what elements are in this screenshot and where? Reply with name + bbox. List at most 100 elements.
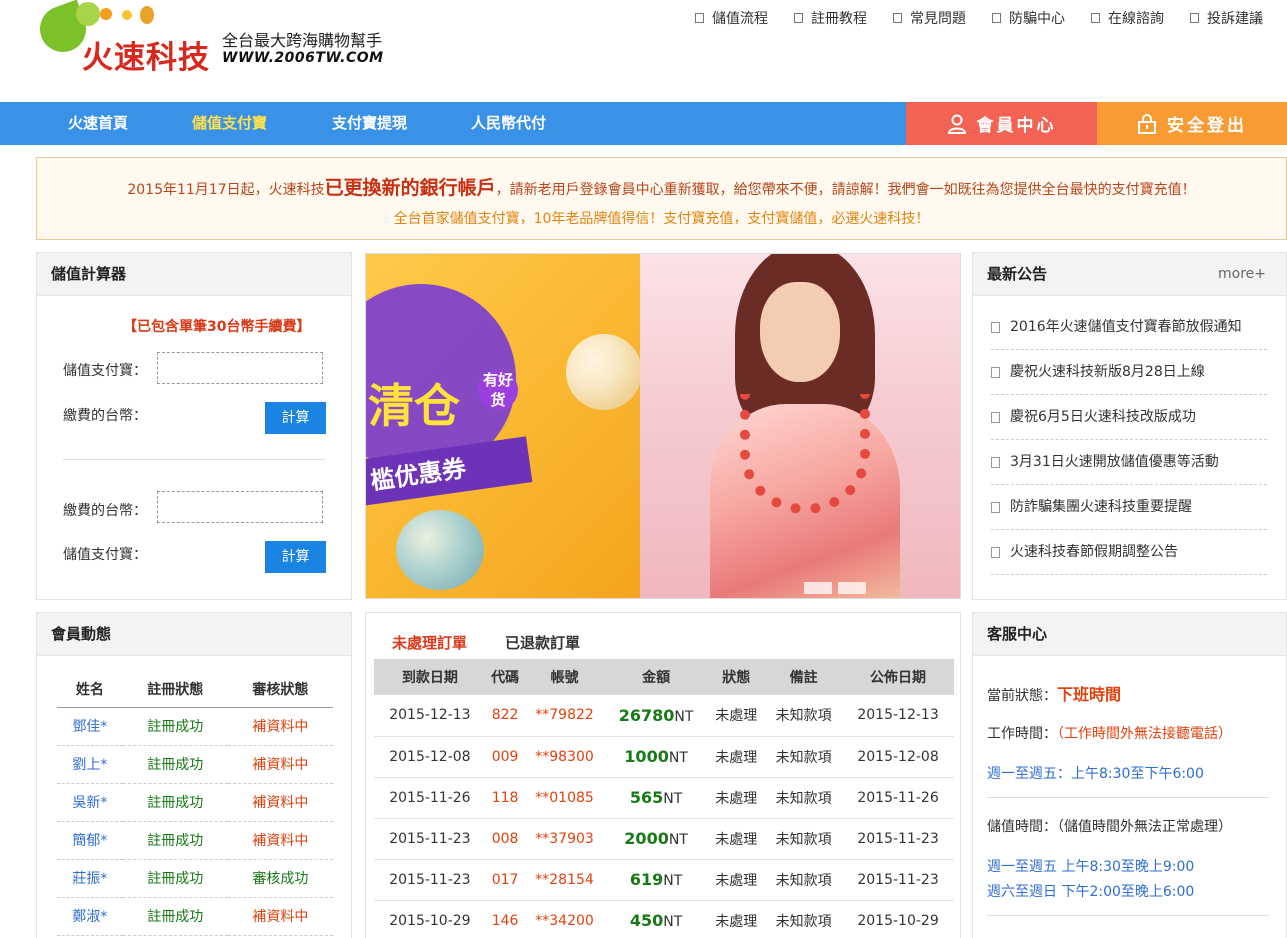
twd-amount-label: 繳費的台幣： xyxy=(63,503,147,519)
table-row: 2015-10-29 146 **34200 450NT 未處理 未知款項 2015-1… xyxy=(374,900,954,938)
alipay-amount-label: 儲值支付寶： xyxy=(63,363,147,379)
panel-title: 客服中心 xyxy=(973,613,1286,656)
table-row: 吳新* 註冊成功 補資料中 xyxy=(57,783,333,822)
doc-icon xyxy=(992,13,1001,23)
announcement-item[interactable]: 防詐騙集團火速科技重要提醒 xyxy=(991,485,1267,530)
logo-brand: 火速科技 xyxy=(82,40,210,76)
user-icon xyxy=(947,114,966,134)
notice-line-1: 2015年11月17日起，火速科技已更換新的銀行帳戶，請新老用戶登錄會員中心重新… xyxy=(127,177,1196,199)
topup-hours-weekend: 週六至週日 下午2:00至晚上6:00 xyxy=(987,884,1195,900)
column-header: 帳號 xyxy=(524,659,605,695)
table-row: 2015-11-26 118 **01085 565NT 未處理 未知款項 2015-1… xyxy=(374,777,954,819)
tab-refunded-orders[interactable]: 已退款訂單 xyxy=(505,632,580,653)
doc-icon xyxy=(991,501,1000,513)
twd-result-label: 繳費的台幣： xyxy=(63,408,147,424)
notice-box: 2015年11月17日起，火速科技已更換新的銀行帳戶，請新老用戶登錄會員中心重新… xyxy=(36,157,1287,240)
table-row: 劉上* 註冊成功 補資料中 xyxy=(57,745,333,784)
logo-leaf-icon xyxy=(76,2,100,26)
member-center-button[interactable]: 會員中心 xyxy=(906,102,1097,145)
column-header: 代碼 xyxy=(485,659,525,695)
lock-icon xyxy=(1138,113,1156,134)
doc-icon xyxy=(991,321,1000,333)
logo-slogan: 全台最大跨海購物幫手 xyxy=(222,31,383,50)
column-header: 審核狀態 xyxy=(227,671,333,708)
promo-banner[interactable]: 清仓 有好货 槛优惠券 xyxy=(365,253,961,599)
table-row: 2015-12-13 822 **79822 26780NT 未處理 未知款項 2015… xyxy=(374,695,954,737)
doc-icon xyxy=(794,13,803,23)
column-header: 備註 xyxy=(765,659,843,695)
doc-icon xyxy=(991,456,1000,468)
announcement-item[interactable]: 慶祝6月5日火速科技改版成功 xyxy=(991,395,1267,440)
top-link-complaint[interactable]: 投訴建議 xyxy=(1190,8,1263,28)
banner-pagination xyxy=(804,582,866,594)
column-header: 狀態 xyxy=(707,659,766,695)
nav-item-alipay-withdraw[interactable]: 支付寶提現 xyxy=(332,102,407,145)
divider xyxy=(63,459,325,460)
main-nav: 火速首頁 儲值支付寶 支付寶提現 人民幣代付 會員中心 安全登出 xyxy=(0,102,1287,145)
nav-item-rmb-payment[interactable]: 人民幣代付 xyxy=(471,102,546,145)
notice-line-2: 全台首家儲值支付寶，10年老品牌值得信！支付寶充值，支付寶儲值，必選火速科技！ xyxy=(393,211,930,227)
member-activity-panel: 會員動態 姓名 註冊狀態 審核狀態 鄧佳* 註冊成功 補資料中 劉上* 註冊成功 補資料… xyxy=(36,612,352,938)
doc-icon xyxy=(695,13,704,23)
doc-icon xyxy=(1091,13,1100,23)
more-link[interactable]: more+ xyxy=(1218,253,1266,296)
nav-item-home[interactable]: 火速首頁 xyxy=(68,102,128,145)
doc-icon xyxy=(893,13,902,23)
topup-calculator: 儲值計算器 【已包含單筆30台幣手續費】 儲值支付寶： 繳費的台幣： 計算 繳費… xyxy=(36,252,352,600)
table-row: 2015-11-23 017 **28154 619NT 未處理 未知款項 2015-1… xyxy=(374,859,954,901)
banner-slide-sale: 清仓 有好货 槛优惠券 xyxy=(366,254,642,598)
alipay-amount-input[interactable] xyxy=(157,352,323,384)
logout-button[interactable]: 安全登出 xyxy=(1097,102,1287,145)
logo-dot-icon xyxy=(140,6,154,24)
top-link-register-guide[interactable]: 註冊教程 xyxy=(794,8,867,28)
logo-site-url: WWW.2006TW.COM xyxy=(222,50,384,66)
twd-amount-input[interactable] xyxy=(157,491,323,523)
slide-dot[interactable] xyxy=(804,582,832,594)
column-header: 公佈日期 xyxy=(842,659,954,695)
announcement-item[interactable]: 火速科技春節假期調整公告 xyxy=(991,530,1267,575)
work-hours: 週一至週五：上午8:30至下午6:00 xyxy=(987,766,1204,782)
top-links: 儲值流程 註冊教程 常見問題 防騙中心 在線諮詢 投訴建議 xyxy=(695,8,1263,28)
doc-icon xyxy=(991,366,1000,378)
panel-title: 會員動態 xyxy=(37,613,351,656)
top-link-anti-fraud[interactable]: 防騙中心 xyxy=(992,8,1065,28)
banner-main-text: 清仓 xyxy=(368,379,460,433)
announcement-list: 2016年火速儲值支付寶春節放假通知 慶祝火速科技新版8月28日上線 慶祝6月5… xyxy=(991,305,1267,575)
panel-title: 儲值計算器 xyxy=(37,253,351,296)
top-link-online-consult[interactable]: 在線諮詢 xyxy=(1091,8,1164,28)
doc-icon xyxy=(991,546,1000,558)
column-header: 姓名 xyxy=(57,671,123,708)
top-link-faq[interactable]: 常見問題 xyxy=(893,8,966,28)
banner-model-image xyxy=(640,254,960,598)
tab-pending-orders[interactable]: 未處理訂單 xyxy=(392,632,467,653)
calculate-button-2[interactable]: 計算 xyxy=(265,541,326,573)
panel-title: 最新公告 more+ xyxy=(973,253,1286,296)
announcement-item[interactable]: 2016年火速儲值支付寶春節放假通知 xyxy=(991,305,1267,350)
work-time: 工作時間：（工作時間外無法接聽電話） xyxy=(987,726,1232,742)
doc-icon xyxy=(991,411,1000,423)
announcement-item[interactable]: 慶祝火速科技新版8月28日上線 xyxy=(991,350,1267,395)
announcement-item[interactable]: 3月31日火速開放儲值優惠等活動 xyxy=(991,440,1267,485)
order-tabs: 未處理訂單 已退款訂單 xyxy=(392,632,580,653)
calculate-button[interactable]: 計算 xyxy=(265,402,326,434)
column-header: 註冊狀態 xyxy=(122,671,228,708)
banner-tag-text: 有好货 xyxy=(478,370,518,410)
top-link-topup-flow[interactable]: 儲值流程 xyxy=(695,8,768,28)
customer-service-panel: 客服中心 當前狀態：下班時間 工作時間：（工作時間外無法接聽電話） 週一至週五：… xyxy=(972,612,1287,938)
column-header: 到款日期 xyxy=(374,659,486,695)
member-table: 姓名 註冊狀態 審核狀態 鄧佳* 註冊成功 補資料中 劉上* 註冊成功 補資料中 吳新*… xyxy=(57,671,333,936)
topup-time-label: 儲值時間：（儲值時間外無法正常處理） xyxy=(987,819,1232,835)
bubble-icon xyxy=(396,510,484,590)
slide-dot[interactable] xyxy=(838,582,866,594)
doc-icon xyxy=(1190,13,1199,23)
orders-table: 到款日期 代碼 帳號 金額 狀態 備註 公佈日期 2015-12-13 822 **… xyxy=(374,659,954,938)
site-logo[interactable]: 火速科技 全台最大跨海購物幫手 WWW.2006TW.COM xyxy=(33,0,410,85)
table-row: 鄭淑* 註冊成功 補資料中 xyxy=(57,897,333,936)
table-row: 2015-12-08 009 **98300 1000NT 未處理 未知款項 2015-… xyxy=(374,736,954,778)
current-status: 當前狀態：下班時間 xyxy=(987,685,1122,704)
column-header: 金額 xyxy=(604,659,708,695)
alipay-result-label: 儲值支付寶： xyxy=(63,547,147,563)
table-row: 簡郁* 註冊成功 補資料中 xyxy=(57,821,333,860)
orders-panel: 未處理訂單 已退款訂單 到款日期 代碼 帳號 金額 狀態 備註 公佈日期 201… xyxy=(365,612,961,938)
nav-item-topup-alipay[interactable]: 儲值支付寶 xyxy=(192,102,267,145)
